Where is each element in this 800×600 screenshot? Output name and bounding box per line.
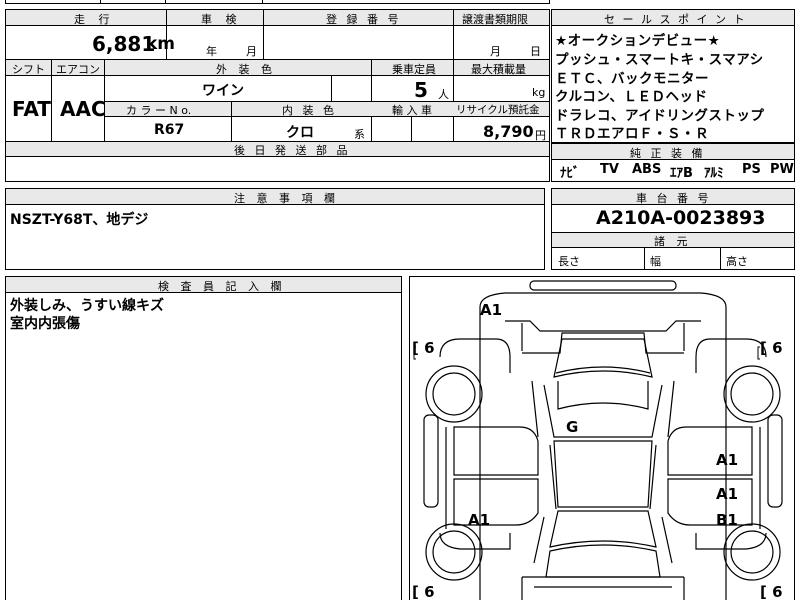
- rear-door-right: [667, 478, 753, 526]
- shift-value: FAT: [12, 97, 51, 121]
- tire-score-rear-right: [ 6: [760, 583, 783, 600]
- interior-color-suffix: 系: [354, 128, 365, 141]
- max-load-label: 最大積載量: [471, 63, 526, 76]
- chassis-value: A210A-0023893: [596, 207, 766, 229]
- specs-label: 諸 元: [654, 235, 692, 248]
- car-diagram-box: A1 G A1 A1 A1 B1 [ 6 [ 6 [ 6 [ 6: [409, 276, 795, 600]
- capacity-label: 乗車定員: [392, 63, 436, 76]
- height-label: 高さ: [726, 255, 748, 268]
- exterior-color-label: 外 装 色: [216, 63, 276, 76]
- aircon-label: エアコン: [56, 63, 100, 76]
- damage-label-rear-door-right: A1: [716, 485, 739, 503]
- notes-box: 注 意 事 項 欄 NSZT-Y68T、地デジ: [5, 188, 545, 270]
- equipment-item-navi: ﾅﾋﾞ: [560, 166, 580, 181]
- selling-point-line: ＴＲＤエアロＦ・Ｓ・Ｒ: [555, 126, 709, 142]
- windshield-shape: [553, 338, 653, 378]
- damage-label-front-bumper: A1: [480, 301, 503, 319]
- selling-points-label: セ ー ル ス ポ イ ン ト: [604, 13, 747, 26]
- recycle-label: リサイクル預託金: [456, 104, 540, 116]
- later-parts-label: 後 日 発 送 部 品: [234, 144, 351, 157]
- equipment-item-tv: TV: [600, 162, 619, 177]
- aircon-value: AAC: [60, 97, 106, 121]
- equipment-box: 純 正 装 備 ﾅﾋﾞ TV ABS ｴｱB ｱﾙﾐ PS PW: [551, 143, 795, 182]
- selling-point-line: ドラレコ、アイドリングストップ: [555, 108, 765, 124]
- front-door-right: [667, 426, 753, 476]
- damage-label-rear-door-left: A1: [468, 511, 491, 529]
- selling-points-box: セ ー ル ス ポ イ ン ト ★オークションデビュー★ プッシュ・スマートキ・…: [551, 9, 795, 143]
- transfer-month-unit: 月: [490, 45, 501, 58]
- mileage-unit: km: [146, 34, 176, 54]
- top-strip: [5, 0, 550, 4]
- mileage-label: 走 行: [74, 13, 115, 26]
- rear-door-left: [453, 478, 539, 526]
- recycle-value: 8,790: [483, 122, 534, 141]
- damage-label-rear-quarter-right: B1: [716, 511, 738, 529]
- chassis-label: 車 台 番 号: [636, 192, 712, 205]
- wheel-rear-left: [425, 523, 483, 581]
- inspection-label: 車 検: [201, 13, 242, 26]
- tire-score-front-right: [ 6: [760, 339, 783, 357]
- interior-color-value: クロ: [286, 125, 314, 141]
- interior-color-label: 内 装 色: [282, 104, 337, 117]
- inspector-line: 室内内張傷: [10, 316, 80, 332]
- import-label: 輸 入 車: [392, 104, 432, 117]
- chassis-box: 車 台 番 号 A210A-0023893 諸 元 長さ 幅 高さ: [551, 188, 795, 270]
- inspector-box: 検 査 員 記 入 欄 外装しみ、うすい線キズ 室内内張傷: [5, 276, 402, 600]
- car-diagram: [413, 280, 783, 600]
- length-label: 長さ: [558, 255, 580, 268]
- equipment-item-ps: PS: [742, 162, 761, 177]
- capacity-value: 5: [414, 78, 428, 102]
- equipment-item-airbag: ｴｱB: [670, 166, 693, 181]
- max-load-unit: kg: [532, 86, 546, 99]
- wheel-front-right: [723, 365, 781, 423]
- front-bumper-shape: [529, 280, 677, 291]
- damage-label-front-door-right: A1: [716, 451, 739, 469]
- width-label: 幅: [650, 255, 661, 268]
- selling-point-line: ★オークションデビュー★: [555, 33, 721, 49]
- inspection-year-unit: 年: [206, 45, 217, 58]
- roof-shape: [553, 440, 653, 508]
- color-no-value: R67: [154, 122, 185, 138]
- wheel-front-left: [425, 365, 483, 423]
- shift-label: シフト: [12, 63, 45, 76]
- transfer-day-unit: 日: [530, 45, 541, 58]
- equipment-item-alloy: ｱﾙﾐ: [704, 166, 724, 181]
- exterior-color-value: ワイン: [202, 83, 244, 99]
- front-door-left: [453, 426, 539, 476]
- notes-text: NSZT-Y68T、地デジ: [10, 212, 149, 228]
- registration-label: 登 録 番 号: [326, 13, 402, 26]
- tire-score-rear-left: [ 6: [412, 583, 435, 600]
- transfer-label: 譲渡書類期限: [462, 13, 528, 26]
- equipment-label: 純 正 装 備: [630, 147, 706, 160]
- color-no-label: カ ラ ー N o.: [126, 104, 192, 117]
- inspector-label: 検 査 員 記 入 欄: [158, 280, 286, 293]
- wheel-rear-right: [723, 523, 781, 581]
- equipment-item-abs: ABS: [632, 162, 662, 177]
- tire-score-front-left: [ 6: [412, 339, 435, 357]
- selling-point-line: ＥＴＣ、バックモニター: [555, 71, 709, 87]
- damage-label-roof: G: [566, 418, 579, 436]
- selling-point-line: プッシュ・スマートキ・スマアシ: [555, 52, 764, 68]
- notes-label: 注 意 事 項 欄: [234, 192, 339, 205]
- inspector-line: 外装しみ、うすい線キズ: [10, 298, 164, 314]
- inspection-month-unit: 月: [246, 45, 257, 58]
- capacity-unit: 人: [438, 88, 449, 101]
- selling-point-line: クルコン、ＬＥＤヘッド: [555, 89, 708, 105]
- equipment-item-pw: PW: [770, 162, 794, 177]
- main-info-table: 走 行 車 検 登 録 番 号 譲渡書類期限 6,881 km 年 月 月 日 …: [5, 9, 550, 182]
